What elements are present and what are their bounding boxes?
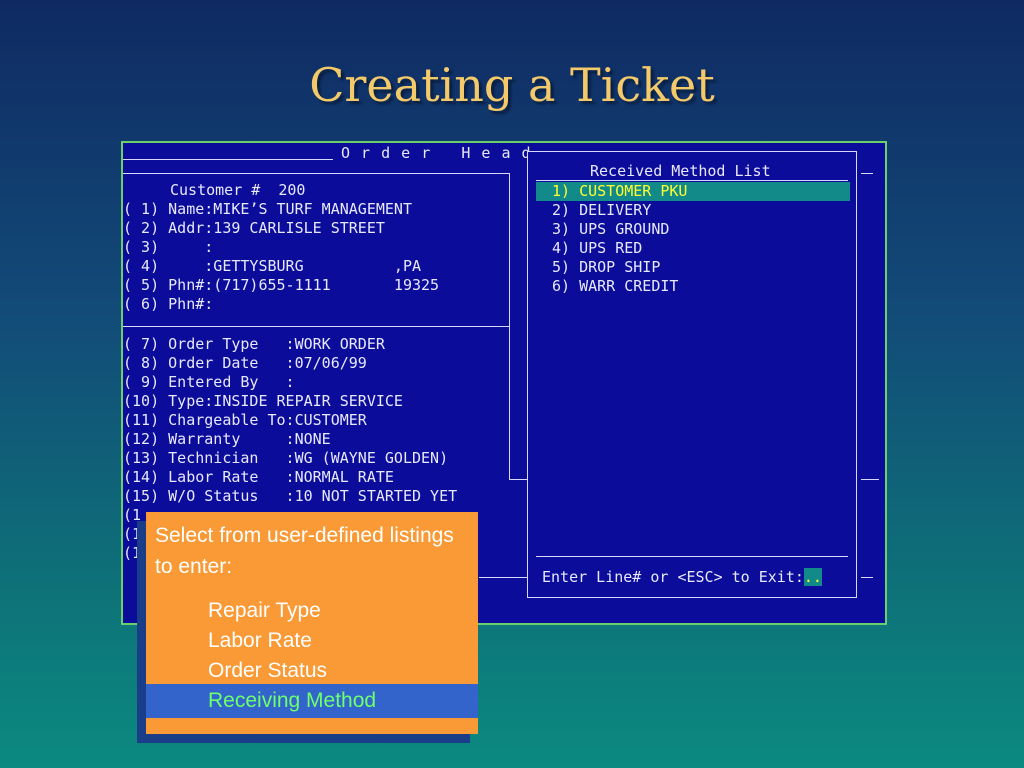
- field-repair-type[interactable]: (10) Type:INSIDE REPAIR SERVICE: [123, 392, 403, 411]
- field-phone-2[interactable]: ( 6) Phn#:: [123, 295, 213, 314]
- prompt-text: Enter Line# or <ESC> to Exit:: [542, 568, 804, 586]
- field-city-state[interactable]: ( 4) :GETTYSBURG ,PA: [123, 257, 421, 276]
- callout-box: Select from user-defined listings to ent…: [146, 512, 478, 734]
- field-wo-status[interactable]: (15) W/O Status :10 NOT STARTED YET: [123, 487, 457, 506]
- list-item-delivery[interactable]: 2) DELIVERY: [552, 201, 651, 220]
- edge-tick-top: [861, 173, 873, 174]
- edge-tick-bottom: [861, 577, 873, 578]
- field-order-type[interactable]: ( 7) Order Type :WORK ORDER: [123, 335, 385, 354]
- list-item-warr-credit[interactable]: 6) WARR CREDIT: [552, 277, 678, 296]
- field-order-date[interactable]: ( 8) Order Date :07/06/99: [123, 354, 367, 373]
- section-divider: [123, 326, 509, 327]
- header-divider: [123, 173, 509, 174]
- callout-intro: Select from user-defined listings to ent…: [155, 524, 454, 578]
- right-divider-foot: [509, 479, 529, 480]
- callout-item-repair-type: Repair Type: [208, 599, 321, 622]
- field-technician[interactable]: (13) Technician :WG (WAYNE GOLDEN): [123, 449, 448, 468]
- list-item-ups-red[interactable]: 4) UPS RED: [552, 239, 642, 258]
- callout-item-labor-rate: Labor Rate: [208, 629, 312, 652]
- field-entered-by[interactable]: ( 9) Entered By :: [123, 373, 295, 392]
- list-item-ups-ground[interactable]: 3) UPS GROUND: [552, 220, 669, 239]
- list-item-drop-ship[interactable]: 5) DROP SHIP: [552, 258, 660, 277]
- popup-title: Received Method List: [590, 162, 771, 180]
- field-address-2[interactable]: ( 3) :: [123, 238, 213, 257]
- slide-title: Creating a Ticket: [309, 58, 715, 112]
- edge-tick-mid: [861, 479, 879, 480]
- field-name[interactable]: ( 1) Name:MIKE’S TURF MANAGEMENT: [123, 200, 412, 219]
- popup-footer-divider: [536, 556, 848, 557]
- prompt-cursor[interactable]: ..: [803, 568, 822, 586]
- received-method-list: Received Method List 1) CUSTOMER PKU 2) …: [527, 151, 857, 598]
- field-address-1[interactable]: ( 2) Addr:139 CARLISLE STREET: [123, 219, 385, 238]
- field-labor-rate[interactable]: (14) Labor Rate :NORMAL RATE: [123, 468, 394, 487]
- top-border-left: [123, 159, 333, 160]
- field-warranty[interactable]: (12) Warranty :NONE: [123, 430, 331, 449]
- popup-prompt: Enter Line# or <ESC> to Exit:..: [542, 568, 822, 587]
- order-header-title: O r d e r H e a d: [341, 144, 532, 162]
- list-item-customer-pku[interactable]: 1) CUSTOMER PKU: [536, 182, 850, 201]
- right-divider: [509, 173, 510, 479]
- popup-title-divider: [536, 180, 848, 181]
- field-phone-1[interactable]: ( 5) Phn#:(717)655-1111 19325: [123, 276, 439, 295]
- field-chargeable-to[interactable]: (11) Chargeable To:CUSTOMER: [123, 411, 367, 430]
- callout-item-receiving-method: Receiving Method: [208, 689, 377, 712]
- customer-number: Customer # 200: [170, 181, 306, 199]
- bottom-divider: [479, 577, 529, 578]
- callout-item-order-status: Order Status: [208, 659, 328, 682]
